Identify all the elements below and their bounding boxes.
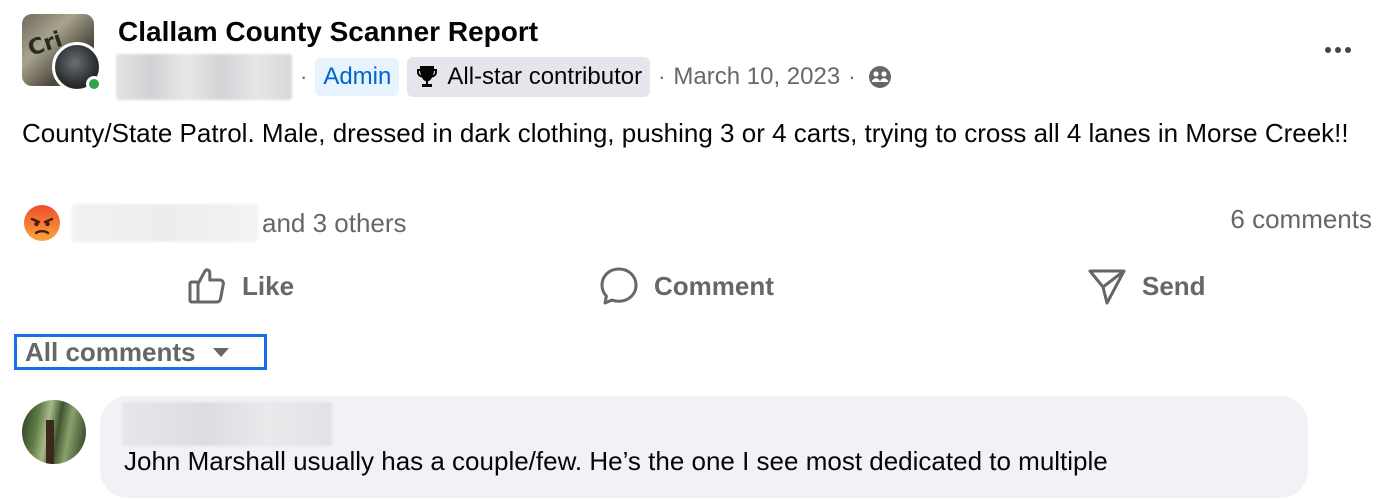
reactor-names-redacted[interactable] — [72, 204, 258, 242]
online-status-indicator — [86, 76, 102, 92]
comments-sort-dropdown[interactable]: All comments — [14, 334, 267, 370]
admin-badge[interactable]: Admin — [315, 58, 400, 96]
trophy-icon — [417, 66, 438, 87]
comment-button[interactable]: Comment — [598, 258, 774, 314]
post-date-link[interactable]: March 10, 2023 — [673, 63, 840, 91]
post-avatar-group[interactable]: Cri — [22, 14, 102, 92]
meta-separator: · — [848, 64, 856, 89]
more-options-icon — [1335, 47, 1341, 53]
group-name-link[interactable]: Clallam County Scanner Report — [118, 16, 538, 48]
meta-separator: · — [658, 64, 666, 89]
like-label: Like — [242, 270, 295, 301]
reactions-summary[interactable]: and 3 others — [22, 202, 407, 244]
send-label: Send — [1142, 270, 1206, 301]
commenter-avatar[interactable] — [22, 400, 86, 464]
comment-label: Comment — [654, 270, 774, 301]
more-options-icon — [1345, 47, 1351, 53]
post-action-bar: Like Comment Send — [0, 258, 1388, 314]
post-meta: · Admin All-star contributor · March 10,… — [116, 54, 892, 100]
angry-reaction-icon — [24, 205, 60, 241]
comment-text: John Marshall usually has a couple/few. … — [124, 446, 1108, 476]
commenter-name-redacted[interactable] — [122, 402, 332, 446]
comment-icon — [600, 267, 638, 305]
send-icon — [1088, 269, 1126, 305]
more-options-icon — [1325, 47, 1331, 53]
reactions-others-text[interactable]: and 3 others — [262, 208, 407, 239]
meta-separator: · — [300, 64, 308, 89]
send-button[interactable]: Send — [1086, 258, 1206, 314]
caret-down-icon — [212, 348, 229, 357]
author-name-redacted[interactable] — [116, 54, 292, 100]
group-members-icon[interactable] — [868, 65, 892, 89]
all-star-contributor-badge[interactable]: All-star contributor — [407, 57, 651, 97]
post-body-text: County/State Patrol. Male, dressed in da… — [22, 118, 1349, 148]
comment-bubble: John Marshall usually has a couple/few. … — [100, 396, 1308, 498]
more-options-button[interactable] — [1320, 36, 1356, 64]
like-icon — [188, 268, 225, 304]
like-button[interactable]: Like — [186, 258, 294, 314]
comments-sort-label: All comments — [25, 336, 196, 367]
all-star-contributor-label: All-star contributor — [447, 63, 643, 90]
comments-count-link[interactable]: 6 comments — [1230, 204, 1372, 235]
